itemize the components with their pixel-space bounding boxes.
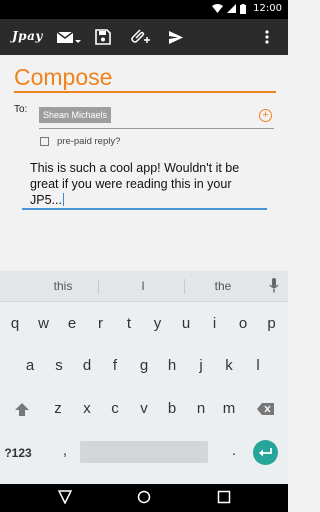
prepaid-reply-label: pre-paid reply? [57, 136, 121, 147]
shift-icon [15, 402, 29, 416]
key-s[interactable]: s [46, 351, 72, 381]
prepaid-reply-checkbox[interactable] [40, 137, 49, 146]
enter-key[interactable] [253, 440, 278, 465]
enter-icon [259, 447, 272, 456]
key-h[interactable]: h [159, 351, 185, 381]
soft-keyboard: this I the q w e r t y u i o p a s d f g… [0, 271, 288, 484]
key-c[interactable]: c [102, 394, 128, 424]
key-d[interactable]: d [74, 351, 100, 381]
key-period[interactable]: . [221, 436, 247, 466]
key-x[interactable]: x [74, 394, 100, 424]
key-l[interactable]: l [245, 351, 271, 381]
suggestion-item[interactable]: this [33, 279, 93, 293]
suggestion-divider [98, 279, 99, 294]
add-recipient-icon[interactable]: + [259, 109, 272, 122]
shift-key[interactable] [9, 394, 35, 424]
attach-button[interactable] [128, 25, 152, 49]
wifi-icon [212, 4, 224, 13]
suggestion-item[interactable]: the [193, 279, 253, 293]
home-icon[interactable] [137, 490, 151, 504]
key-t[interactable]: t [116, 309, 142, 339]
overflow-menu-icon [265, 30, 269, 44]
mail-dropdown-button[interactable] [53, 25, 83, 49]
key-j[interactable]: j [188, 351, 214, 381]
symbols-key[interactable]: ?123 [3, 438, 33, 468]
key-i[interactable]: i [202, 309, 228, 339]
clock: 12:00 [253, 3, 282, 14]
key-o[interactable]: o [230, 309, 256, 339]
status-bar: 12:00 [0, 0, 288, 19]
space-key[interactable] [80, 441, 208, 463]
key-b[interactable]: b [159, 394, 185, 424]
text-cursor [62, 193, 64, 206]
key-k[interactable]: k [216, 351, 242, 381]
battery-icon [240, 3, 247, 14]
key-z[interactable]: z [45, 394, 71, 424]
key-p[interactable]: p [259, 309, 285, 339]
app-logo: Jpay [12, 29, 43, 43]
save-button[interactable] [93, 25, 113, 49]
backspace-icon [256, 403, 274, 416]
key-comma[interactable]: , [52, 436, 78, 466]
signal-icon [227, 4, 237, 13]
key-v[interactable]: v [131, 394, 157, 424]
key-r[interactable]: r [88, 309, 114, 339]
save-icon [95, 29, 111, 45]
mail-icon [56, 31, 81, 43]
page-title: Compose [14, 64, 113, 90]
overflow-menu-button[interactable] [258, 25, 276, 49]
back-icon[interactable] [58, 490, 72, 504]
key-a[interactable]: a [17, 351, 43, 381]
key-g[interactable]: g [131, 351, 157, 381]
key-y[interactable]: y [145, 309, 171, 339]
key-q[interactable]: q [2, 309, 28, 339]
backspace-key[interactable] [252, 394, 278, 424]
key-f[interactable]: f [102, 351, 128, 381]
send-button[interactable] [166, 25, 186, 49]
action-bar: Jpay [0, 19, 288, 55]
key-m[interactable]: m [216, 394, 242, 424]
to-label: To: [14, 104, 28, 115]
title-divider [14, 91, 276, 93]
key-e[interactable]: e [59, 309, 85, 339]
send-icon [169, 30, 183, 44]
suggestion-item[interactable]: I [113, 279, 173, 293]
suggestion-bar: this I the [0, 271, 288, 302]
message-field[interactable]: This is such a cool app! Wouldn't it be … [30, 160, 262, 208]
navigation-bar [0, 484, 288, 512]
message-field-underline [22, 208, 267, 210]
attach-icon [131, 29, 150, 43]
key-w[interactable]: w [31, 309, 57, 339]
to-field-underline [39, 128, 274, 129]
key-u[interactable]: u [173, 309, 199, 339]
recipient-chip[interactable]: Shean Michaels [39, 107, 112, 123]
suggestion-divider [184, 279, 185, 294]
message-text: This is such a cool app! Wouldn't it be … [30, 161, 240, 207]
key-n[interactable]: n [188, 394, 214, 424]
recents-icon[interactable] [217, 490, 231, 504]
mic-icon[interactable] [269, 278, 279, 293]
